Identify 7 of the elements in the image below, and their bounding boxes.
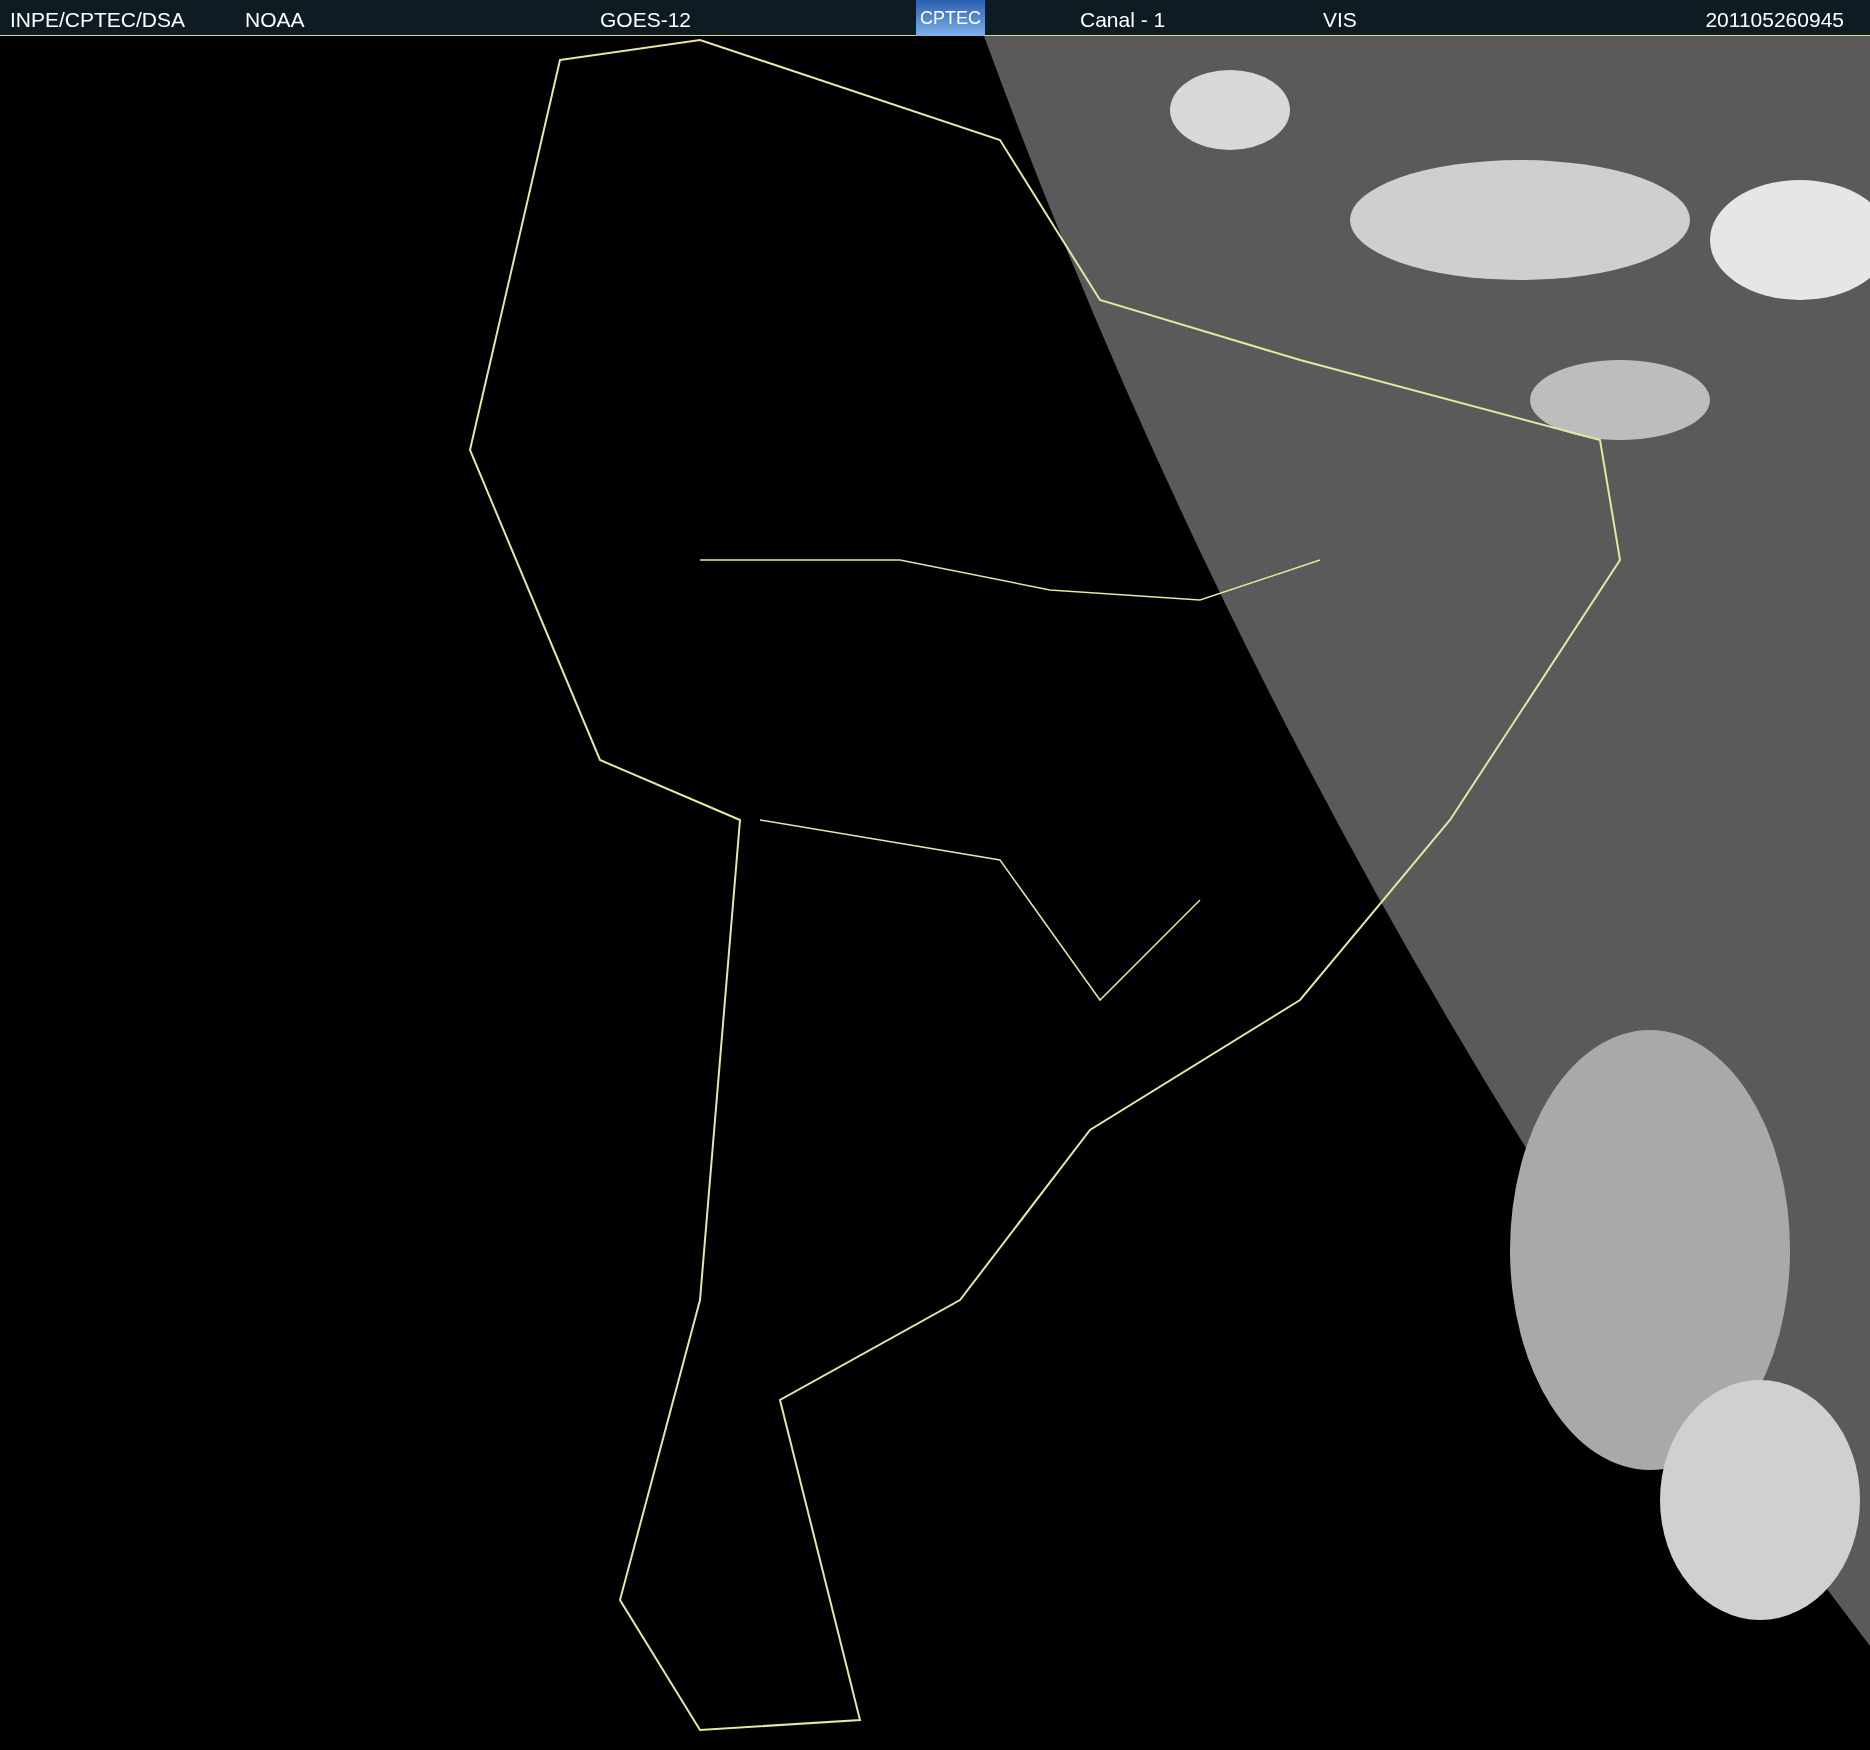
header-label: VIS — [1323, 7, 1357, 33]
header-label: Canal - 1 — [1080, 7, 1166, 33]
header-label: GOES-12 — [600, 7, 692, 33]
header-label: INPE/CPTEC/DSA — [10, 7, 186, 33]
header-label: NOAA — [245, 7, 305, 33]
header-label: 201105260945 — [1705, 7, 1844, 33]
logo: CPTEC — [916, 0, 985, 36]
